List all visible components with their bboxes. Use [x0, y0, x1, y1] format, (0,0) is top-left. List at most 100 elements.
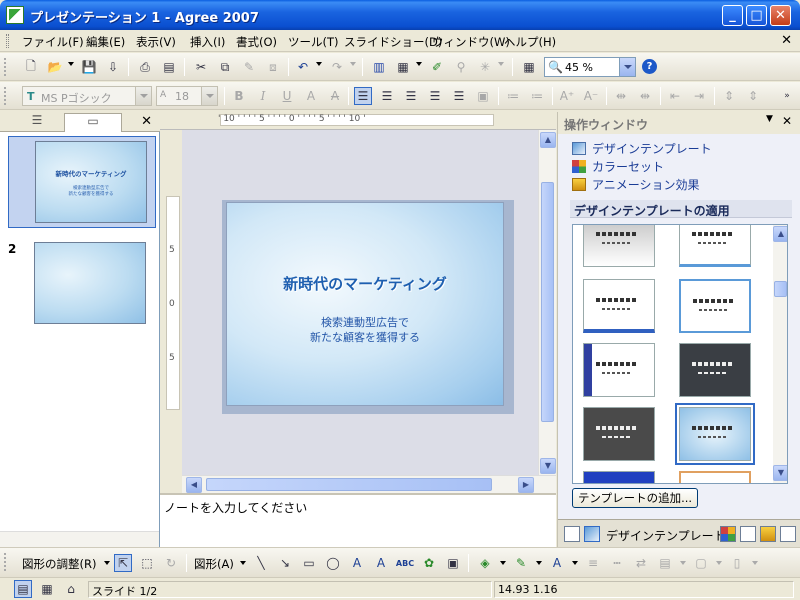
line-icon[interactable]: ╲ [252, 554, 270, 572]
strikethrough-icon[interactable]: A [326, 87, 344, 105]
normal-view-icon[interactable]: ▤ [14, 580, 32, 598]
template-item[interactable] [583, 225, 655, 267]
slide-panel-close-icon[interactable]: ✕ [141, 114, 152, 129]
textbox-icon[interactable]: A [348, 554, 366, 572]
pane-transition-icon[interactable] [740, 526, 756, 542]
open-dropdown-icon[interactable] [68, 62, 74, 66]
dash-style-icon[interactable]: ┅ [608, 554, 626, 572]
line-style-icon[interactable]: ≡ [584, 554, 602, 572]
menu-help[interactable]: ヘルプ(H) [504, 34, 556, 50]
shadow-icon[interactable]: A [302, 87, 320, 105]
edit-horizontal-scrollbar[interactable]: ◀ ▶ [182, 475, 556, 493]
distribute-icon[interactable]: ☰ [450, 87, 468, 105]
insert-object-icon[interactable]: ✐ [428, 58, 446, 76]
shadow-style-icon[interactable]: ▤ [656, 554, 674, 572]
numbering-icon[interactable]: ≔ [504, 87, 522, 105]
print-icon[interactable]: ⎙ [136, 58, 154, 76]
notes-pane[interactable]: ノートを入力してください [160, 493, 556, 547]
scroll-up-icon[interactable]: ▲ [540, 132, 556, 148]
save-icon[interactable]: 💾 [80, 58, 98, 76]
undo-dropdown-icon[interactable] [316, 62, 322, 66]
justify-icon[interactable]: ☰ [426, 87, 444, 105]
effects-dropdown-icon[interactable] [498, 62, 504, 66]
shapes-dropdown-icon[interactable] [240, 561, 246, 565]
zoom-dropdown-icon[interactable] [619, 58, 635, 76]
scroll-left-icon[interactable]: ◀ [186, 477, 202, 493]
scroll-right-icon[interactable]: ▶ [518, 477, 534, 493]
current-slide[interactable]: 新時代のマーケティング 検索連動型広告で 新たな顧客を獲得する [226, 202, 504, 406]
rotate-icon[interactable]: ↻ [162, 554, 180, 572]
ellipse-icon[interactable]: ◯ [324, 554, 342, 572]
scroll-thumb[interactable] [541, 182, 554, 422]
menu-format[interactable]: 書式(O) [236, 34, 277, 50]
line-spacing-increase-icon[interactable]: ⇕ [720, 87, 738, 105]
hyperlink-icon[interactable]: ⚲ [452, 58, 470, 76]
shapes-menu[interactable]: 図形(A) [194, 556, 234, 572]
scroll-up-icon[interactable]: ▲ [773, 226, 787, 242]
rectangle-icon[interactable]: ▭ [300, 554, 318, 572]
pane-design-icon[interactable] [584, 526, 600, 542]
animation-link[interactable]: アニメーション効果 [572, 176, 700, 193]
slide-title[interactable]: 新時代のマーケティング [227, 273, 503, 294]
bullets-icon[interactable]: ≔ [528, 87, 546, 105]
slide-thumbnail-1[interactable]: 新時代のマーケティング 検索連動型広告で 新たな顧客を獲得する [8, 136, 156, 228]
arrow-style-icon[interactable]: ⇄ [632, 554, 650, 572]
redo-dropdown-icon[interactable] [350, 62, 356, 66]
italic-icon[interactable]: I [254, 87, 272, 105]
toolbar-grip[interactable] [4, 58, 8, 76]
menu-grip[interactable] [6, 34, 9, 48]
scroll-thumb[interactable] [774, 281, 787, 297]
decrease-font-icon[interactable]: A⁻ [582, 87, 600, 105]
scroll-thumb[interactable] [206, 478, 492, 491]
edit-vertical-scrollbar[interactable]: ▲ ▼ [538, 130, 556, 475]
select-objects-icon[interactable]: ⬚ [138, 554, 156, 572]
maximize-button[interactable]: □ [746, 5, 767, 26]
add-template-button[interactable]: テンプレートの追加... [572, 488, 698, 508]
group-dropdown-icon[interactable] [752, 561, 758, 565]
color-set-link[interactable]: カラーセット [572, 158, 664, 175]
arrow-icon[interactable]: ↘ [276, 554, 294, 572]
font-name-dropdown-icon[interactable] [135, 87, 151, 105]
toolbar-grip[interactable] [4, 553, 8, 571]
menu-tools[interactable]: ツール(T) [288, 34, 339, 50]
cut-icon[interactable]: ✂ [192, 58, 210, 76]
line-color-icon[interactable]: ✎ [512, 554, 530, 572]
task-pane-menu-icon[interactable]: ▼ [766, 114, 773, 124]
redo-icon[interactable]: ↷ [328, 58, 346, 76]
font-size-dropdown-icon[interactable] [201, 87, 217, 105]
select-arrow-icon[interactable]: ⇱ [114, 554, 132, 572]
fill-color-dropdown-icon[interactable] [500, 561, 506, 565]
template-list[interactable]: ▲ ▼ [572, 224, 788, 484]
indent-decrease-icon[interactable]: ⇤ [666, 87, 684, 105]
picture-icon[interactable]: ▣ [444, 554, 462, 572]
fill-color-icon[interactable]: ◈ [476, 554, 494, 572]
pane-layout-icon[interactable] [564, 526, 580, 542]
font-name-combo[interactable]: T MS Pゴシック [22, 86, 152, 106]
underline-icon[interactable]: U [278, 87, 296, 105]
line-spacing-decrease-icon[interactable]: ⇕ [744, 87, 762, 105]
task-pane-close-icon[interactable]: ✕ [782, 114, 792, 128]
help-icon[interactable]: ? [642, 59, 657, 74]
fontwork-icon[interactable]: ABC [396, 554, 414, 572]
minimize-button[interactable]: _ [722, 5, 743, 26]
font-size-combo[interactable]: A 18 [156, 86, 218, 106]
text-box-icon[interactable]: ▣ [474, 87, 492, 105]
align-right-icon[interactable]: ☰ [402, 87, 420, 105]
group-icon[interactable]: ▯ [728, 554, 746, 572]
line-color-dropdown-icon[interactable] [536, 561, 542, 565]
zoom-combo[interactable]: 🔍 45 % [544, 57, 636, 77]
template-item[interactable] [679, 471, 751, 483]
document-close-icon[interactable]: ✕ [781, 33, 792, 48]
new-icon[interactable]: 🗋 [22, 58, 40, 76]
template-item[interactable] [679, 279, 751, 333]
font-color-icon[interactable]: A [548, 554, 566, 572]
indent-increase-icon[interactable]: ⇥ [690, 87, 708, 105]
3d-dropdown-icon[interactable] [716, 561, 722, 565]
scroll-down-icon[interactable]: ▼ [540, 458, 556, 474]
slide-edit-area[interactable]: 新時代のマーケティング 検索連動型広告で 新たな顧客を獲得する [182, 130, 538, 475]
align-center-icon[interactable]: ☰ [378, 87, 396, 105]
design-template-link[interactable]: デザインテンプレート [572, 140, 712, 157]
bold-icon[interactable]: B [230, 87, 248, 105]
adjust-shapes-menu[interactable]: 図形の調整(R) [22, 556, 96, 572]
notes-placeholder[interactable]: ノートを入力してください [164, 499, 307, 516]
